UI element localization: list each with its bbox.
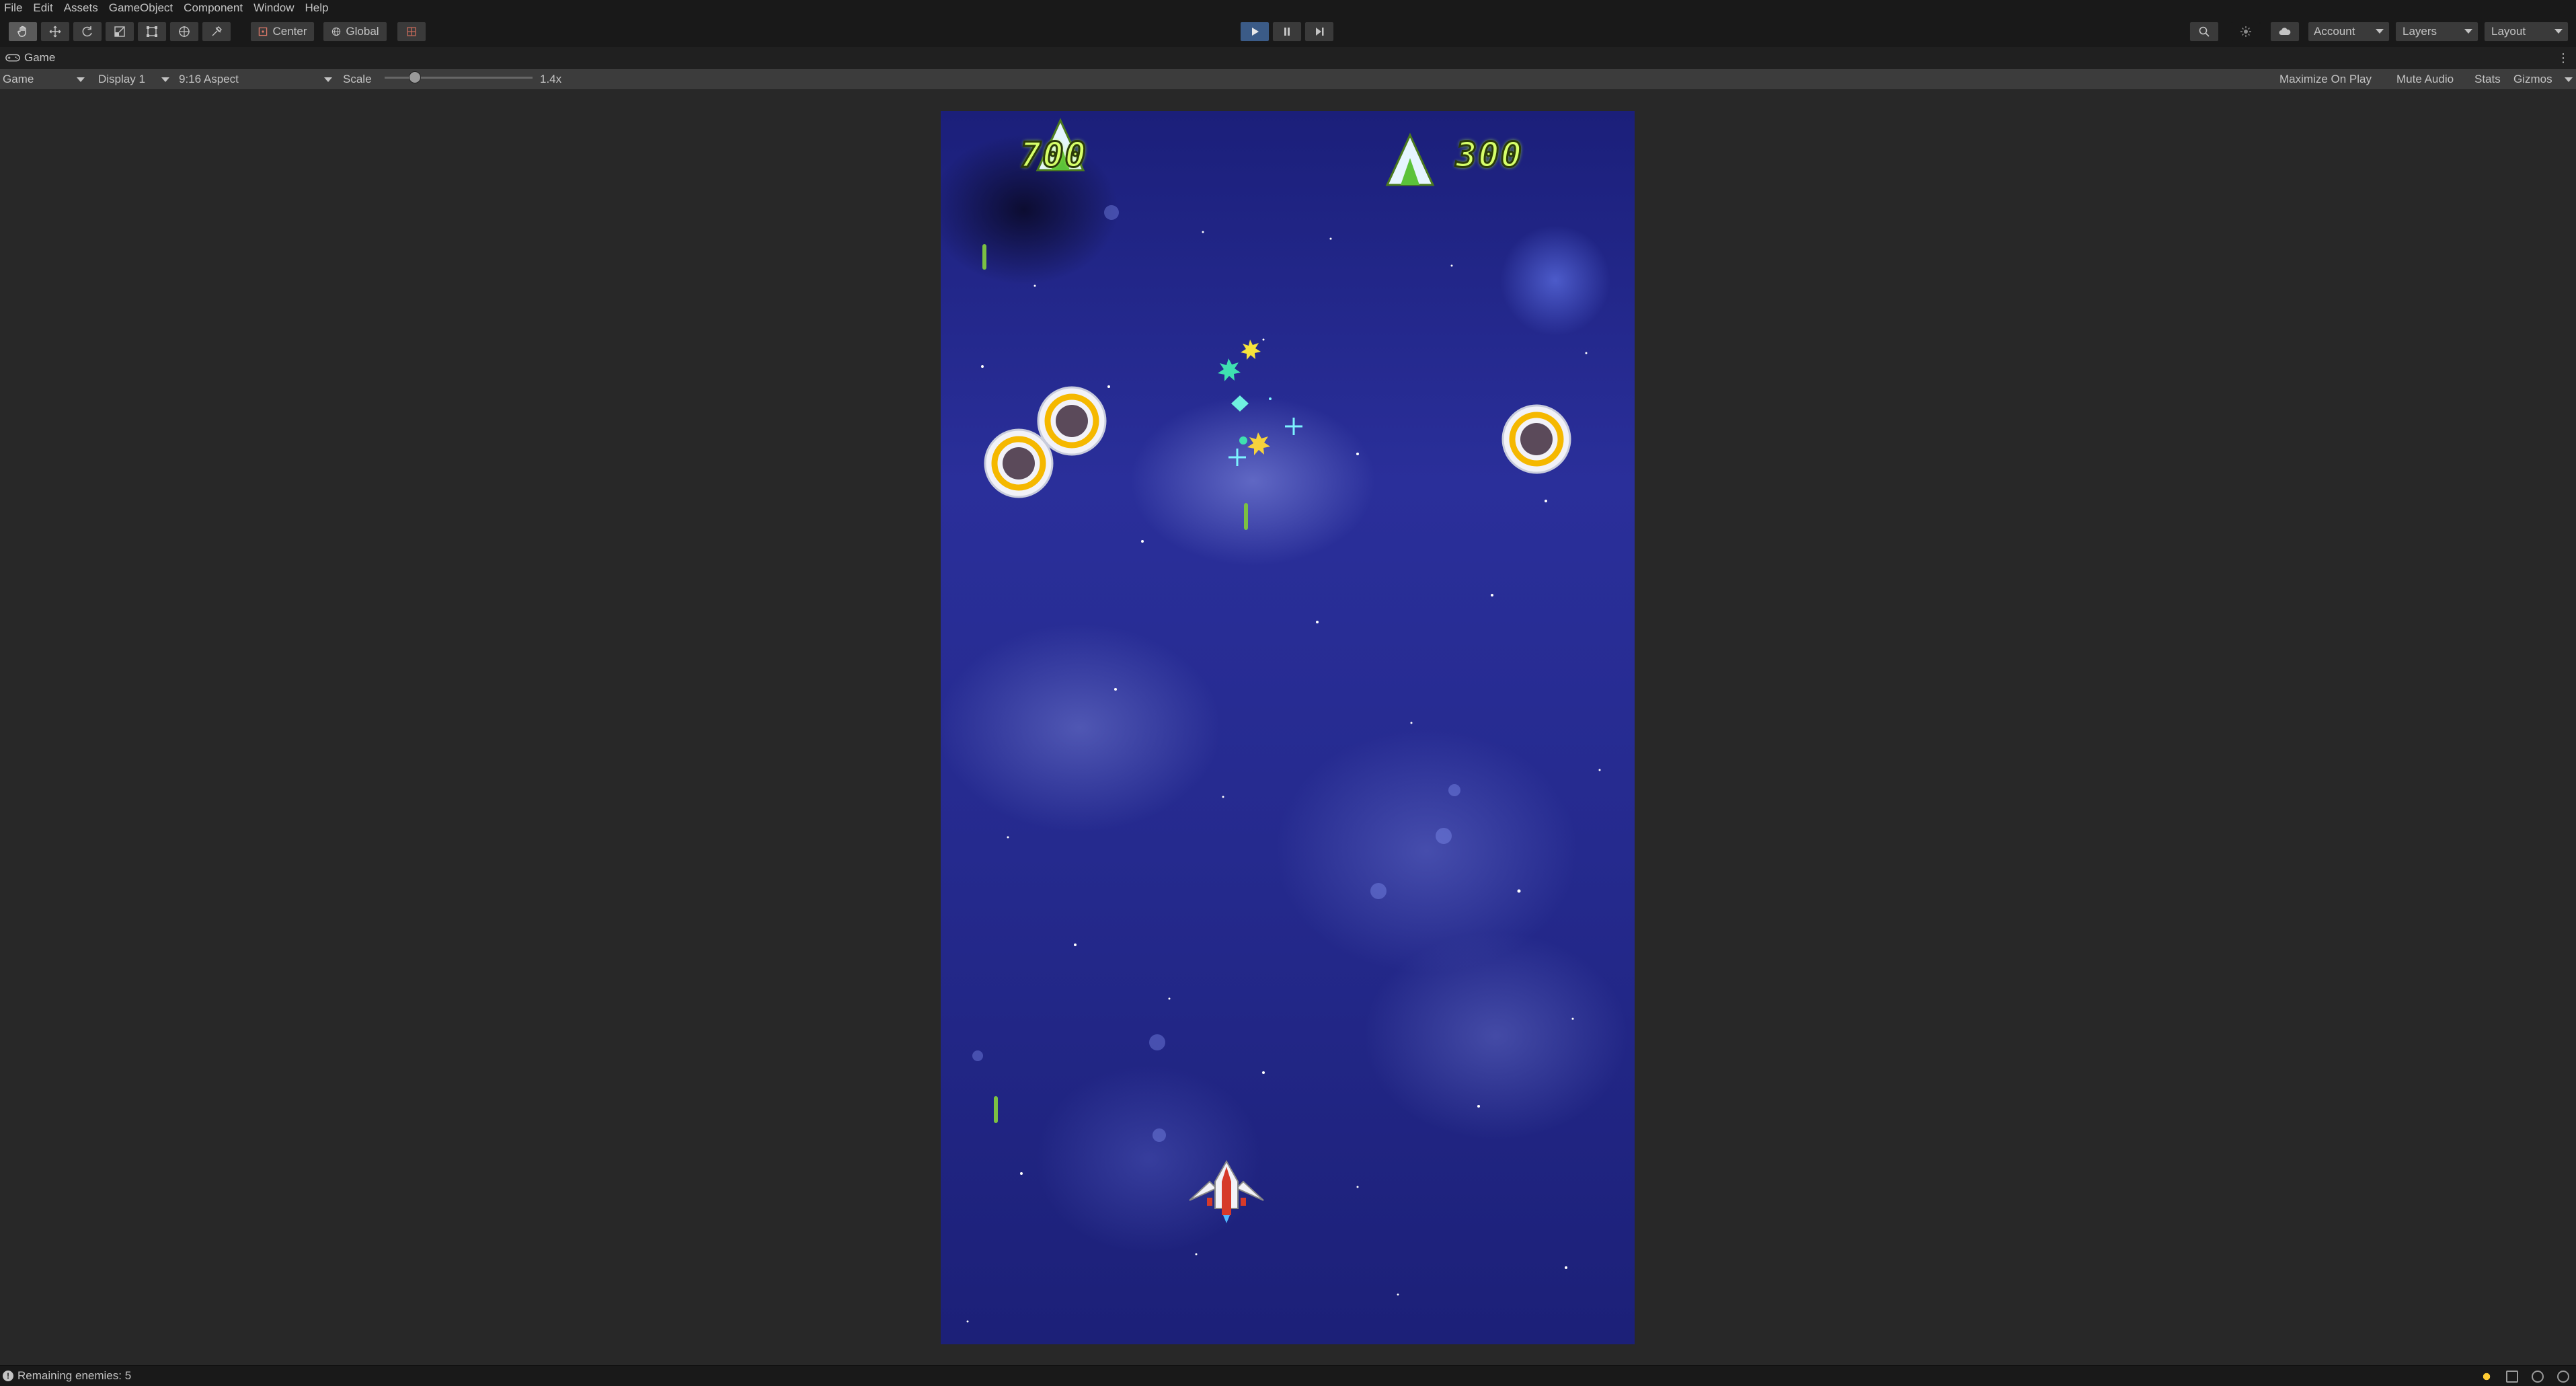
chevron-down-icon[interactable] xyxy=(2565,77,2573,82)
scale-label: Scale xyxy=(343,73,372,85)
sun-icon xyxy=(2240,26,2251,37)
menu-file[interactable]: File xyxy=(4,1,22,15)
pivot-center-icon xyxy=(259,27,268,36)
cloud-icon xyxy=(2279,28,2291,35)
game-screen[interactable]: 700 300 xyxy=(941,111,1635,1344)
move-tool-button[interactable] xyxy=(40,22,70,42)
enemy-saucer xyxy=(1037,386,1107,456)
enemy-saucer xyxy=(984,428,1054,498)
menu-gameobject[interactable]: GameObject xyxy=(109,1,173,15)
status-icons xyxy=(2467,1371,2569,1383)
menu-help[interactable]: Help xyxy=(305,1,329,15)
transform-tool-button[interactable] xyxy=(169,22,199,42)
maximize-on-play-toggle[interactable]: Maximize On Play xyxy=(2279,72,2372,87)
globe-icon xyxy=(332,27,341,36)
cloud-button[interactable] xyxy=(2270,22,2300,42)
progress-status-icon[interactable] xyxy=(2557,1371,2569,1383)
info-icon: ! xyxy=(3,1371,13,1381)
pivot-rotation-label: Global xyxy=(346,25,379,38)
status-message[interactable]: Remaining enemies: 5 xyxy=(17,1369,131,1383)
layout-label: Layout xyxy=(2491,25,2526,38)
mute-audio-toggle[interactable]: Mute Audio xyxy=(2396,72,2454,87)
rect-tool-icon xyxy=(147,26,157,37)
menu-edit[interactable]: Edit xyxy=(33,1,52,15)
aspect-select[interactable]: 9:16 Aspect xyxy=(179,72,332,87)
view-select[interactable]: Game xyxy=(3,72,85,87)
pause-button[interactable] xyxy=(1272,22,1302,42)
collab-status-icon[interactable] xyxy=(2532,1371,2544,1383)
tab-game[interactable]: Game xyxy=(0,47,55,69)
menu-assets[interactable]: Assets xyxy=(64,1,98,15)
account-dropdown[interactable]: Account xyxy=(2308,22,2390,42)
network-status-icon[interactable] xyxy=(2506,1371,2518,1383)
view-select-value: Game xyxy=(3,73,34,85)
player-life-icon-right xyxy=(1385,132,1435,186)
explosion-particles xyxy=(1218,340,1302,466)
hand-tool-button[interactable] xyxy=(8,22,38,42)
search-icon xyxy=(2199,26,2210,37)
nebula-glow xyxy=(1500,225,1610,336)
pivot-mode-button[interactable]: Center xyxy=(250,22,315,42)
aspect-select-value: 9:16 Aspect xyxy=(179,73,239,85)
layers-label: Layers xyxy=(2403,25,2437,38)
step-icon xyxy=(1316,28,1324,36)
scale-slider-track[interactable] xyxy=(385,77,533,79)
rotate-tool-icon xyxy=(82,26,92,37)
menu-component[interactable]: Component xyxy=(184,1,243,15)
stats-toggle[interactable]: Stats xyxy=(2474,72,2501,87)
menu-bar: File Edit Assets GameObject Component Wi… xyxy=(0,0,2576,16)
main-toolbar: Center Global Account Layers Layout xyxy=(0,16,2576,47)
chevron-down-icon xyxy=(2554,29,2563,34)
enemy-saucer xyxy=(1501,404,1571,474)
play-button[interactable] xyxy=(1240,22,1270,42)
laser-bolt xyxy=(994,1096,998,1123)
tab-bar: Game ⋮ xyxy=(0,47,2576,69)
game-scene xyxy=(966,118,1610,1323)
rotate-tool-button[interactable] xyxy=(73,22,102,42)
gizmos-toggle[interactable]: Gizmos xyxy=(2513,72,2552,87)
grid-snap-icon xyxy=(407,27,416,36)
lighting-button[interactable] xyxy=(2231,22,2261,42)
display-select[interactable]: Display 1 xyxy=(98,72,169,87)
display-select-value: Display 1 xyxy=(98,73,145,85)
layers-dropdown[interactable]: Layers xyxy=(2395,22,2479,42)
move-tool-icon xyxy=(49,26,61,38)
planet-bubbles xyxy=(972,205,1460,1142)
laser-bolt xyxy=(982,244,986,270)
scale-tool-icon xyxy=(114,26,125,37)
game-view-controls: Game Display 1 9:16 Aspect Scale 1.4x Ma… xyxy=(0,69,2576,90)
layout-dropdown[interactable]: Layout xyxy=(2484,22,2569,42)
lighting-status-icon[interactable] xyxy=(2481,1371,2493,1383)
scale-tool-button[interactable] xyxy=(105,22,134,42)
score-left: 700 xyxy=(1019,134,1087,177)
chevron-down-icon xyxy=(324,77,332,82)
custom-tool-button[interactable] xyxy=(202,22,231,42)
chevron-down-icon xyxy=(161,77,169,82)
play-icon xyxy=(1252,28,1259,36)
scale-value: 1.4x xyxy=(540,73,562,85)
pivot-rotation-button[interactable]: Global xyxy=(323,22,387,42)
account-label: Account xyxy=(2314,25,2355,38)
laser-bolt xyxy=(1244,503,1248,530)
pivot-mode-label: Center xyxy=(272,25,307,38)
pause-icon xyxy=(1284,28,1290,36)
chevron-down-icon xyxy=(2464,29,2472,34)
tab-game-label: Game xyxy=(24,51,56,64)
grid-snap-button[interactable] xyxy=(397,22,426,42)
status-bar: ! Remaining enemies: 5 xyxy=(0,1365,2576,1386)
scale-slider-thumb[interactable] xyxy=(409,71,421,83)
rect-tool-button[interactable] xyxy=(137,22,167,42)
transform-tool-icon xyxy=(179,26,190,37)
chevron-down-icon xyxy=(2376,29,2384,34)
menu-window[interactable]: Window xyxy=(253,1,294,15)
gamepad-icon xyxy=(5,54,20,62)
more-options-icon[interactable]: ⋮ xyxy=(2557,51,2569,65)
search-button[interactable] xyxy=(2189,22,2219,42)
player-ship xyxy=(1189,1159,1264,1223)
step-button[interactable] xyxy=(1304,22,1334,42)
custom-tool-icon xyxy=(212,26,222,36)
chevron-down-icon xyxy=(77,77,85,82)
hand-tool-icon xyxy=(17,26,26,37)
score-right: 300 xyxy=(1455,134,1523,177)
